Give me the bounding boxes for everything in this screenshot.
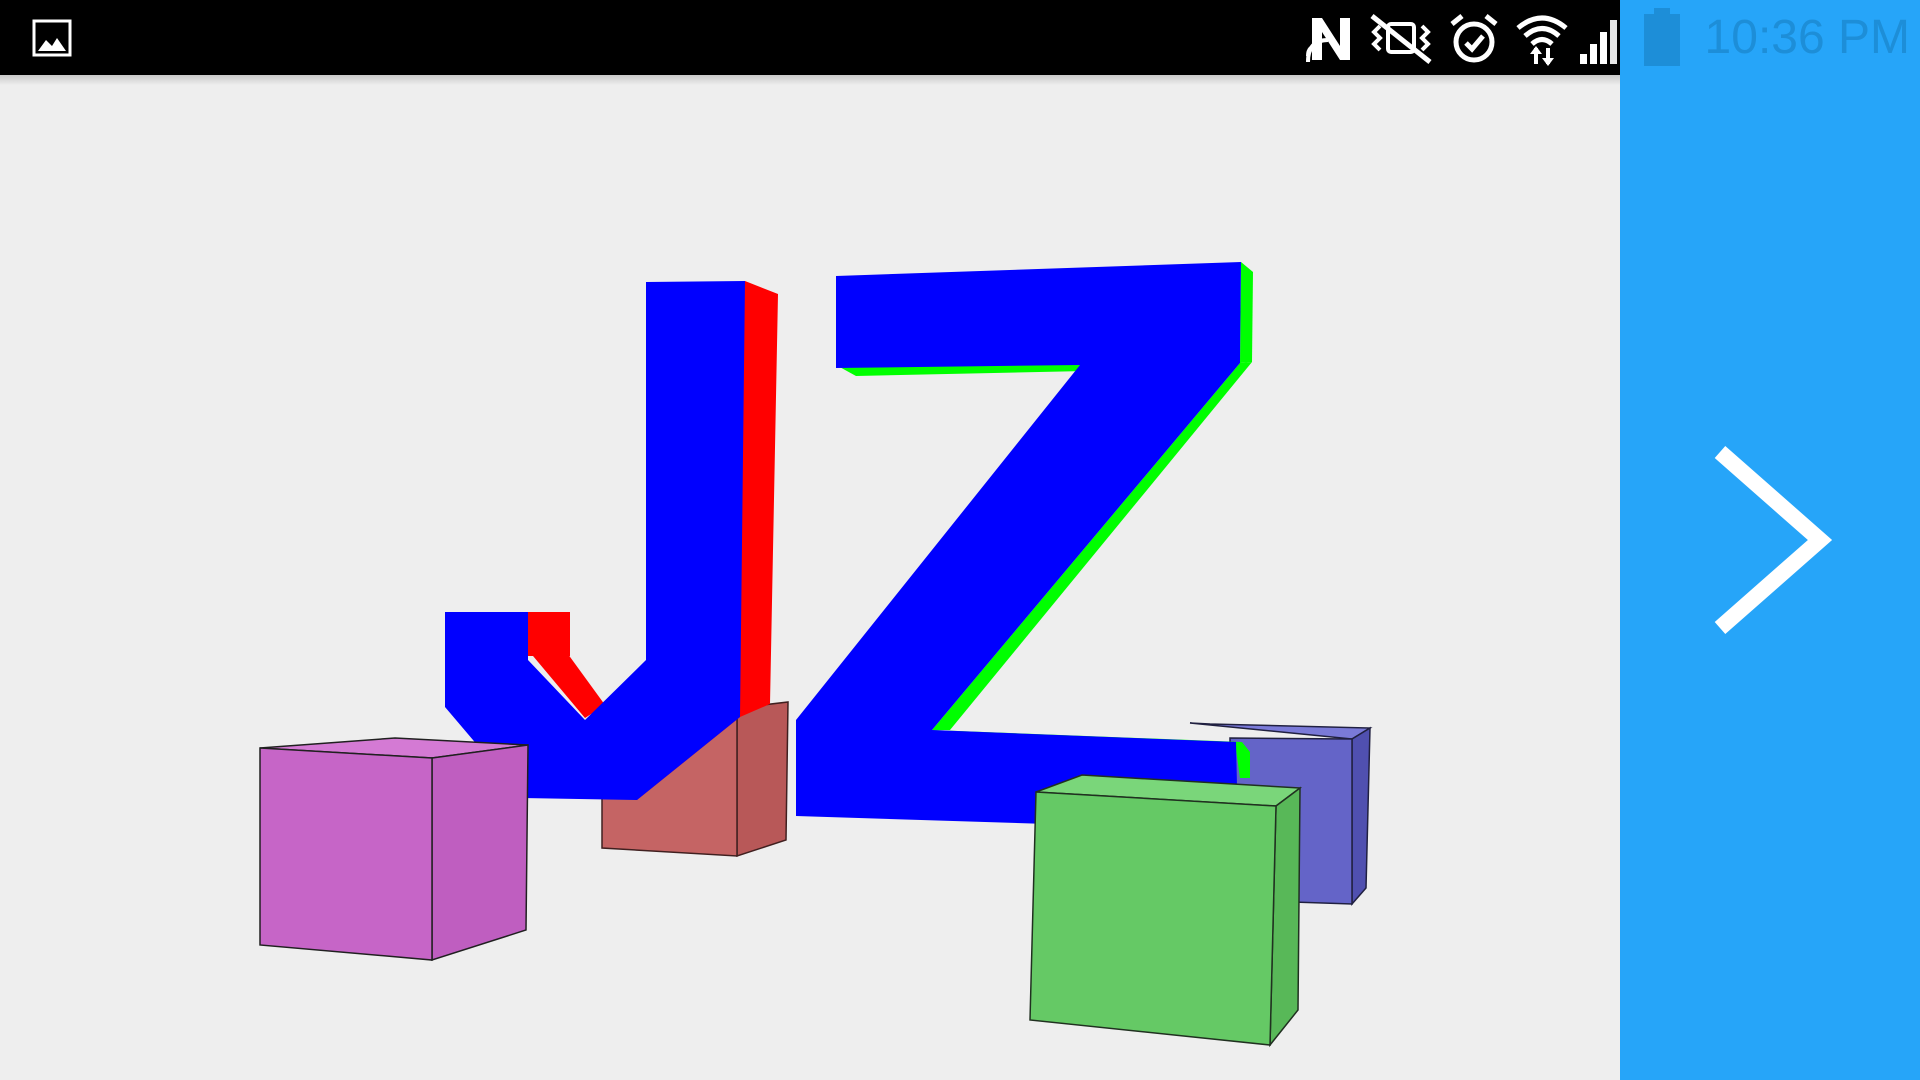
app-screen: 10:36 PM xyxy=(0,0,1920,1080)
status-bar-shadow xyxy=(0,75,1620,85)
3d-scene-viewport[interactable] xyxy=(0,75,1620,1080)
battery-icon xyxy=(1644,8,1680,66)
nfc-n-icon xyxy=(1306,18,1350,63)
chevron-right-icon xyxy=(1714,445,1833,635)
cell-signal-icon xyxy=(1580,20,1617,64)
status-clock: 10:36 PM xyxy=(1704,11,1910,64)
next-button[interactable] xyxy=(1690,430,1840,650)
cube-green xyxy=(1029,774,1303,1048)
cube-magenta xyxy=(259,737,529,962)
gallery-notification-icon xyxy=(32,19,72,57)
alarm-clock-icon xyxy=(1450,14,1498,63)
vibrate-mute-icon xyxy=(1370,14,1432,64)
wifi-data-icon xyxy=(1516,15,1568,66)
